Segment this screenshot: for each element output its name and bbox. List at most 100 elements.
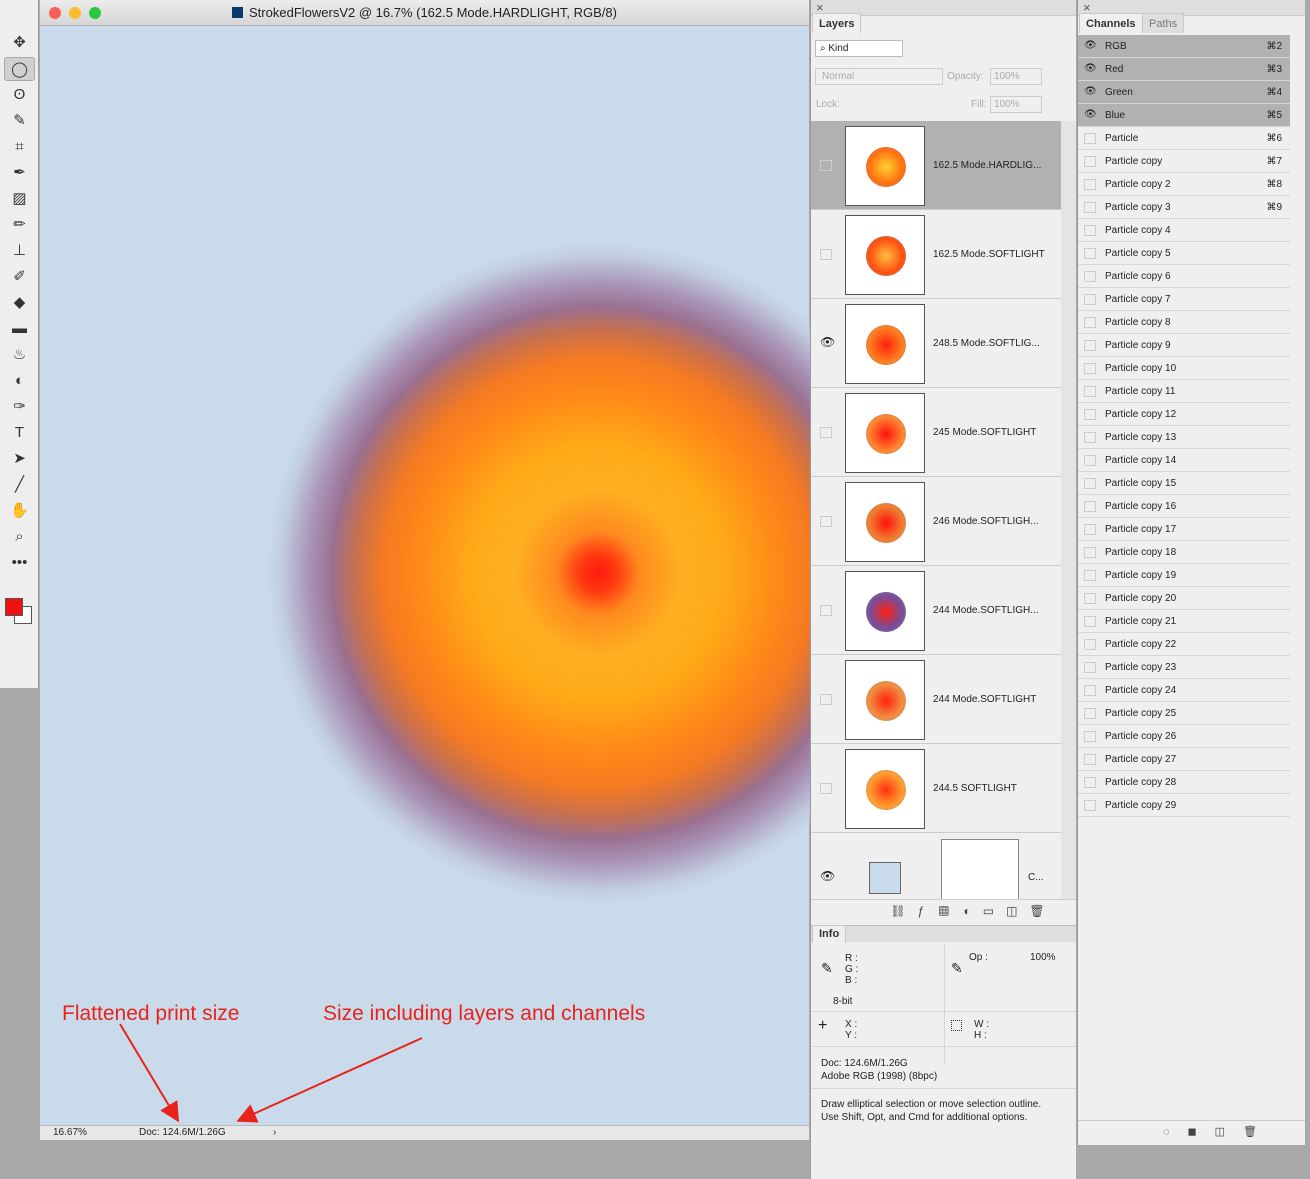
visibility-toggle[interactable] xyxy=(1084,777,1096,788)
visibility-toggle[interactable] xyxy=(1084,639,1096,650)
channel-row[interactable]: Particle copy 14 xyxy=(1078,449,1290,472)
tab-paths[interactable]: Paths xyxy=(1142,13,1185,33)
layers-scrollbar[interactable] xyxy=(1061,121,1076,899)
channel-row[interactable]: 👁 Red ⌘3 xyxy=(1078,58,1290,81)
eye-icon[interactable]: 👁 xyxy=(1084,64,1097,75)
channel-row[interactable]: Particle copy 9 xyxy=(1078,334,1290,357)
channel-row[interactable]: Particle copy 3 ⌘9 xyxy=(1078,196,1290,219)
visibility-toggle[interactable] xyxy=(1084,133,1096,144)
layer-row[interactable]: 162.5 Mode.HARDLIG... xyxy=(811,121,1061,210)
channel-row[interactable]: Particle copy 18 xyxy=(1078,541,1290,564)
channel-row[interactable]: Particle copy 2 ⌘8 xyxy=(1078,173,1290,196)
channel-row[interactable]: Particle copy 6 xyxy=(1078,265,1290,288)
divider xyxy=(811,1088,1076,1089)
visibility-toggle[interactable] xyxy=(820,605,832,616)
visibility-toggle[interactable] xyxy=(1084,685,1096,696)
visibility-toggle[interactable] xyxy=(1084,340,1096,351)
channel-row[interactable]: Particle copy 20 xyxy=(1078,587,1290,610)
opacity-field[interactable]: 100% xyxy=(990,68,1042,85)
layer-row[interactable]: 244 Mode.SOFTLIGH... xyxy=(811,566,1061,655)
visibility-toggle[interactable] xyxy=(1084,731,1096,742)
visibility-toggle[interactable] xyxy=(1084,202,1096,213)
channel-row[interactable]: Particle copy 27 xyxy=(1078,748,1290,771)
channel-row[interactable]: Particle copy 5 xyxy=(1078,242,1290,265)
visibility-toggle[interactable] xyxy=(1084,478,1096,489)
visibility-toggle[interactable] xyxy=(820,694,832,705)
tab-layers[interactable]: Layers xyxy=(812,13,862,33)
channel-row[interactable]: Particle copy ⌘7 xyxy=(1078,150,1290,173)
layer-row[interactable]: 246 Mode.SOFTLIGH... xyxy=(811,477,1061,566)
channel-row[interactable]: Particle copy 12 xyxy=(1078,403,1290,426)
channel-row[interactable]: Particle copy 10 xyxy=(1078,357,1290,380)
visibility-toggle[interactable] xyxy=(1084,570,1096,581)
channel-row[interactable]: Particle copy 29 xyxy=(1078,794,1290,817)
visibility-toggle[interactable] xyxy=(820,516,832,527)
channel-name: Particle copy 13 xyxy=(1105,432,1177,443)
visibility-toggle[interactable] xyxy=(820,427,832,438)
channel-row[interactable]: Particle copy 24 xyxy=(1078,679,1290,702)
channel-row[interactable]: Particle copy 26 xyxy=(1078,725,1290,748)
channel-name: Particle copy 20 xyxy=(1105,593,1177,604)
visibility-toggle[interactable] xyxy=(1084,708,1096,719)
visibility-toggle[interactable] xyxy=(1084,662,1096,673)
visibility-toggle[interactable] xyxy=(1084,455,1096,466)
visibility-toggle[interactable] xyxy=(1084,501,1096,512)
visibility-toggle[interactable] xyxy=(820,160,832,171)
channel-row[interactable]: Particle ⌘6 xyxy=(1078,127,1290,150)
channel-row[interactable]: Particle copy 17 xyxy=(1078,518,1290,541)
tab-channels[interactable]: Channels xyxy=(1079,13,1143,33)
visibility-toggle[interactable] xyxy=(1084,294,1096,305)
visibility-toggle[interactable] xyxy=(1084,593,1096,604)
visibility-toggle[interactable] xyxy=(1084,386,1096,397)
eye-icon[interactable]: 👁 xyxy=(1084,110,1097,121)
channel-row[interactable]: Particle copy 7 xyxy=(1078,288,1290,311)
channel-row[interactable]: Particle copy 16 xyxy=(1078,495,1290,518)
visibility-toggle[interactable] xyxy=(1084,271,1096,282)
layer-row[interactable]: 162.5 Mode.SOFTLIGHT xyxy=(811,210,1061,299)
channel-row[interactable]: Particle copy 21 xyxy=(1078,610,1290,633)
visibility-toggle[interactable] xyxy=(1084,800,1096,811)
tab-info[interactable]: Info xyxy=(812,925,847,943)
channel-row[interactable]: 👁 Green ⌘4 xyxy=(1078,81,1290,104)
layer-row[interactable]: 244.5 SOFTLIGHT xyxy=(811,744,1061,833)
visibility-toggle[interactable] xyxy=(1084,409,1096,420)
channel-row[interactable]: Particle copy 4 xyxy=(1078,219,1290,242)
channel-row[interactable]: Particle copy 13 xyxy=(1078,426,1290,449)
channel-row[interactable]: Particle copy 25 xyxy=(1078,702,1290,725)
fill-field[interactable]: 100% xyxy=(990,96,1042,113)
visibility-toggle[interactable] xyxy=(1084,225,1096,236)
channel-row[interactable]: Particle copy 19 xyxy=(1078,564,1290,587)
visibility-toggle[interactable] xyxy=(820,249,832,260)
layer-row[interactable]: 👁 248.5 Mode.SOFTLIG... xyxy=(811,299,1061,388)
channel-row[interactable]: Particle copy 15 xyxy=(1078,472,1290,495)
channel-row[interactable]: Particle copy 11 xyxy=(1078,380,1290,403)
visibility-toggle[interactable] xyxy=(1084,616,1096,627)
eye-icon[interactable]: 👁 xyxy=(1084,41,1097,52)
channel-row[interactable]: 👁 Blue ⌘5 xyxy=(1078,104,1290,127)
visibility-toggle[interactable] xyxy=(1084,754,1096,765)
channel-row[interactable]: Particle copy 22 xyxy=(1078,633,1290,656)
channel-actions-bar: ◌◼◫🗑 xyxy=(1078,1120,1305,1144)
visibility-toggle[interactable] xyxy=(1084,547,1096,558)
channel-row[interactable]: Particle copy 23 xyxy=(1078,656,1290,679)
visibility-toggle[interactable] xyxy=(1084,248,1096,259)
visibility-toggle[interactable] xyxy=(1084,179,1096,190)
channel-row[interactable]: Particle copy 28 xyxy=(1078,771,1290,794)
blend-mode-select[interactable]: Normal xyxy=(815,68,943,85)
visibility-toggle[interactable] xyxy=(1084,317,1096,328)
layer-row[interactable]: 👁 C... xyxy=(811,833,1061,899)
visibility-toggle[interactable] xyxy=(1084,156,1096,167)
visibility-toggle[interactable] xyxy=(1084,432,1096,443)
eye-icon[interactable]: 👁 xyxy=(820,870,835,883)
channel-row[interactable]: 👁 RGB ⌘2 xyxy=(1078,35,1290,58)
eye-icon[interactable]: 👁 xyxy=(820,336,835,349)
fill-label: Fill: xyxy=(971,99,987,110)
channel-row[interactable]: Particle copy 8 xyxy=(1078,311,1290,334)
layer-row[interactable]: 244 Mode.SOFTLIGHT xyxy=(811,655,1061,744)
visibility-toggle[interactable] xyxy=(1084,524,1096,535)
layer-row[interactable]: 245 Mode.SOFTLIGHT xyxy=(811,388,1061,477)
eye-icon[interactable]: 👁 xyxy=(1084,87,1097,98)
visibility-toggle[interactable] xyxy=(820,783,832,794)
kind-filter[interactable]: ⌕ Kind xyxy=(815,40,903,57)
visibility-toggle[interactable] xyxy=(1084,363,1096,374)
